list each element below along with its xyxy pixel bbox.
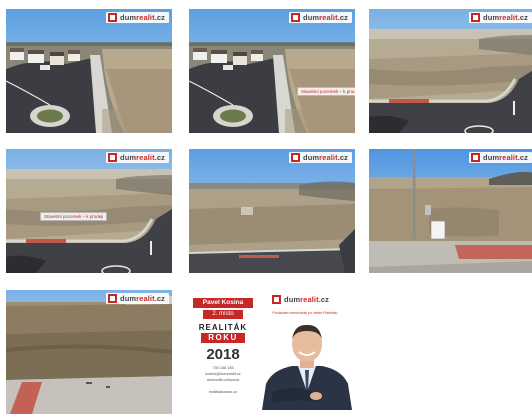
logo-mark-icon (108, 153, 118, 162)
brand-logo: dumrealit.cz (289, 12, 352, 23)
plot-label: Stavební pozemek – k prodeji (297, 87, 355, 96)
logo-mark-icon (471, 13, 481, 22)
landscape-photo-image (6, 9, 172, 133)
photo-thumb-6[interactable]: dumrealit.cz (369, 149, 532, 273)
brand-logo: dumrealit.cz (469, 152, 532, 163)
brand-logo: dumrealit.cz (106, 152, 169, 163)
landscape-photo-image (6, 149, 172, 273)
photo-thumb-4[interactable]: dumrealit.cz Stavební pozemek – k prodej… (6, 149, 172, 273)
logo-mark-icon (272, 295, 282, 304)
landscape-photo-image (6, 290, 172, 414)
photo-thumb-7[interactable]: dumrealit.cz (6, 290, 172, 414)
brand-logo: dumrealit.cz (469, 12, 532, 23)
brand-logo: dumrealit.cz (289, 152, 352, 163)
agent-card-thumb[interactable]: dumrealit.cz Pavel Kosina 2. místo Prodá… (189, 290, 355, 410)
brand-logo: dumrealit.cz (106, 293, 169, 304)
agent-portrait-image (262, 324, 352, 410)
landscape-photo-image (189, 149, 355, 273)
photo-thumb-5[interactable]: dumrealit.cz (189, 149, 355, 273)
logo-mark-icon (108, 13, 118, 22)
agent-email: kosina@dumrealit.cz (205, 372, 241, 376)
brand-logo: dumrealit.cz (106, 12, 169, 23)
award-place: 2. místo (203, 310, 243, 319)
agent-name: Pavel Kosina (193, 298, 253, 308)
award-title-roku: ROKU (201, 333, 245, 343)
award-year: 2018 (206, 346, 240, 363)
photo-thumb-2[interactable]: dumrealit.cz Stavební pozemek – k prodej… (189, 9, 355, 133)
photo-thumb-3[interactable]: dumrealit.cz (369, 9, 532, 133)
logo-mark-icon (291, 13, 301, 22)
brand-logo: dumrealit.cz (270, 294, 333, 305)
agent-web: dumrealit.cz/kosina (206, 378, 240, 382)
agent-web-secondary: realitkakosina.cz (208, 390, 238, 394)
agent-phone: 730 168 185 (212, 366, 234, 370)
landscape-photo-image (369, 9, 532, 133)
landscape-photo-image (369, 149, 532, 273)
plot-label: Stavební pozemek – k prodeji (40, 212, 108, 221)
award-title: REALITÁK (198, 323, 248, 332)
logo-mark-icon (291, 153, 301, 162)
logo-mark-icon (471, 153, 481, 162)
logo-mark-icon (108, 294, 118, 303)
landscape-photo-image (189, 9, 355, 133)
photo-thumb-1[interactable]: dumrealit.cz (6, 9, 172, 133)
